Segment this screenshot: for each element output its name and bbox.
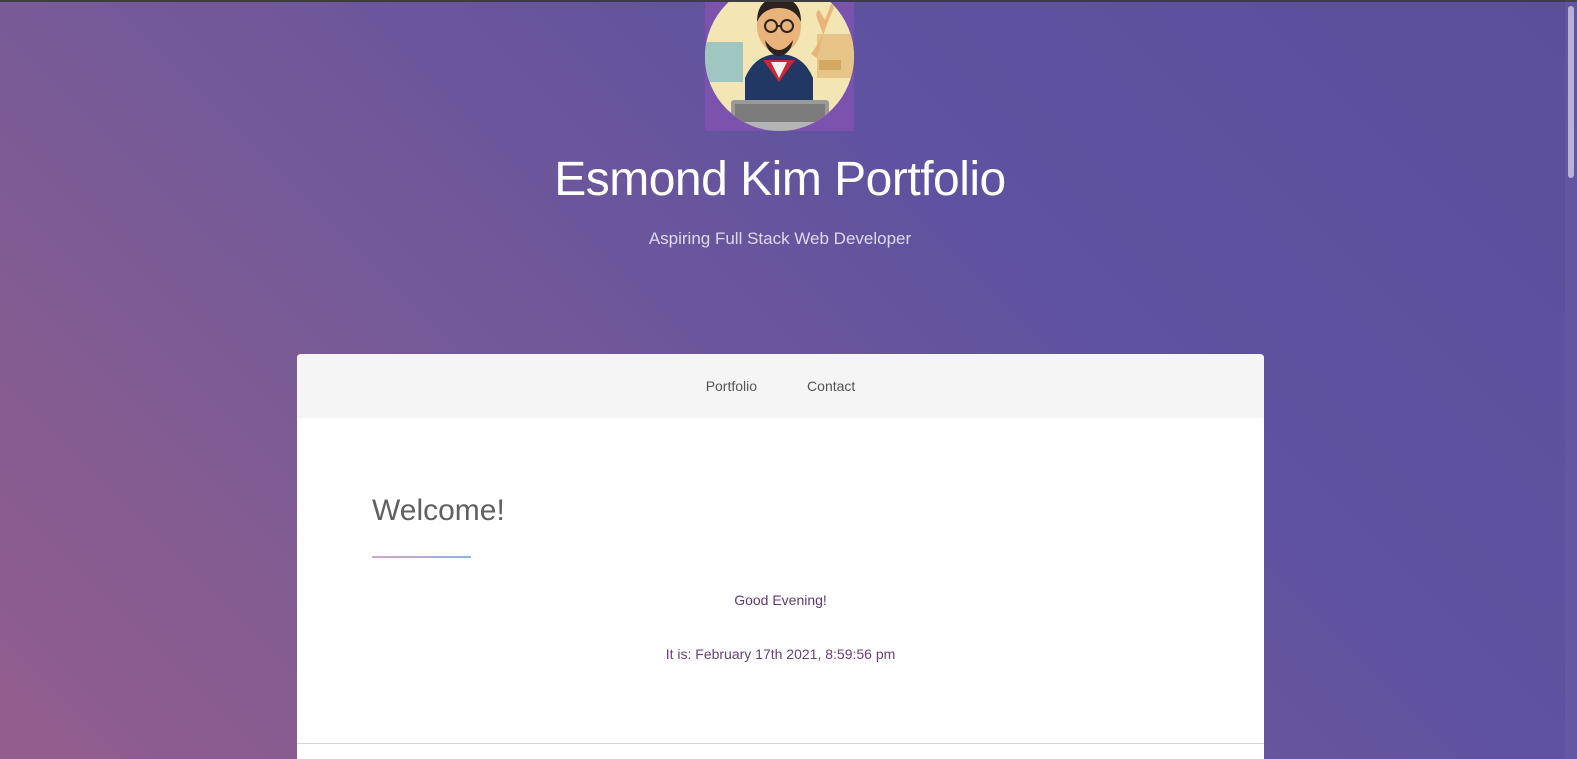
nav-link-contact[interactable]: Contact xyxy=(807,378,855,394)
section-divider xyxy=(297,743,1264,744)
nav-link-portfolio[interactable]: Portfolio xyxy=(706,378,757,394)
avatar-illustration xyxy=(705,2,854,131)
heading-underline xyxy=(372,556,471,558)
avatar-graphic xyxy=(705,2,854,131)
content-panel: Portfolio Contact Welcome! Good Evening!… xyxy=(297,354,1264,759)
scrollbar-thumb[interactable] xyxy=(1568,6,1574,178)
main-nav: Portfolio Contact xyxy=(297,354,1264,418)
page-scrollbar[interactable] xyxy=(1565,0,1577,759)
welcome-heading: Welcome! xyxy=(372,494,505,527)
greeting-text: Good Evening! xyxy=(734,592,827,608)
current-datetime: It is: February 17th 2021, 8:59:56 pm xyxy=(665,646,896,662)
page-title: Esmond Kim Portfolio xyxy=(554,153,1006,206)
page-subtitle: Aspiring Full Stack Web Developer xyxy=(648,229,912,248)
profile-avatar xyxy=(705,2,854,131)
